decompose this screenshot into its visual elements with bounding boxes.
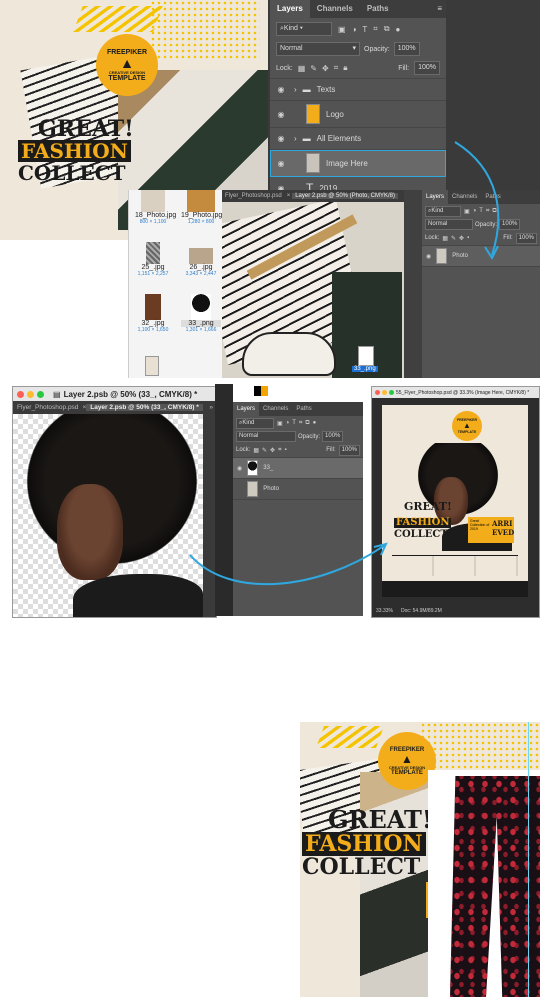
flyer-yellow-stripes (315, 726, 385, 748)
headline-great: GREAT! (328, 805, 433, 834)
mountain-icon: ▲ (401, 751, 413, 766)
badge-bottom-text: TEMPLATE (391, 769, 423, 776)
jeans-image-layer (428, 770, 540, 997)
guide-line (528, 722, 529, 997)
drag-arrow-bottom (189, 544, 386, 586)
headline-collect: COLLECT (302, 854, 421, 880)
flyer-dot-pattern (420, 722, 540, 772)
drag-arrow-top-head (484, 245, 499, 261)
bottom-flyer: FREEPIKER ▲ CREATIVE DESIGN TEMPLATE GRE… (300, 722, 540, 997)
headline-fashion: FASHION (302, 832, 426, 856)
jeans-photo (450, 776, 540, 997)
flyer-headline: GREAT! FASHION COLLECT (302, 808, 432, 878)
drag-arrow-top (454, 141, 500, 256)
